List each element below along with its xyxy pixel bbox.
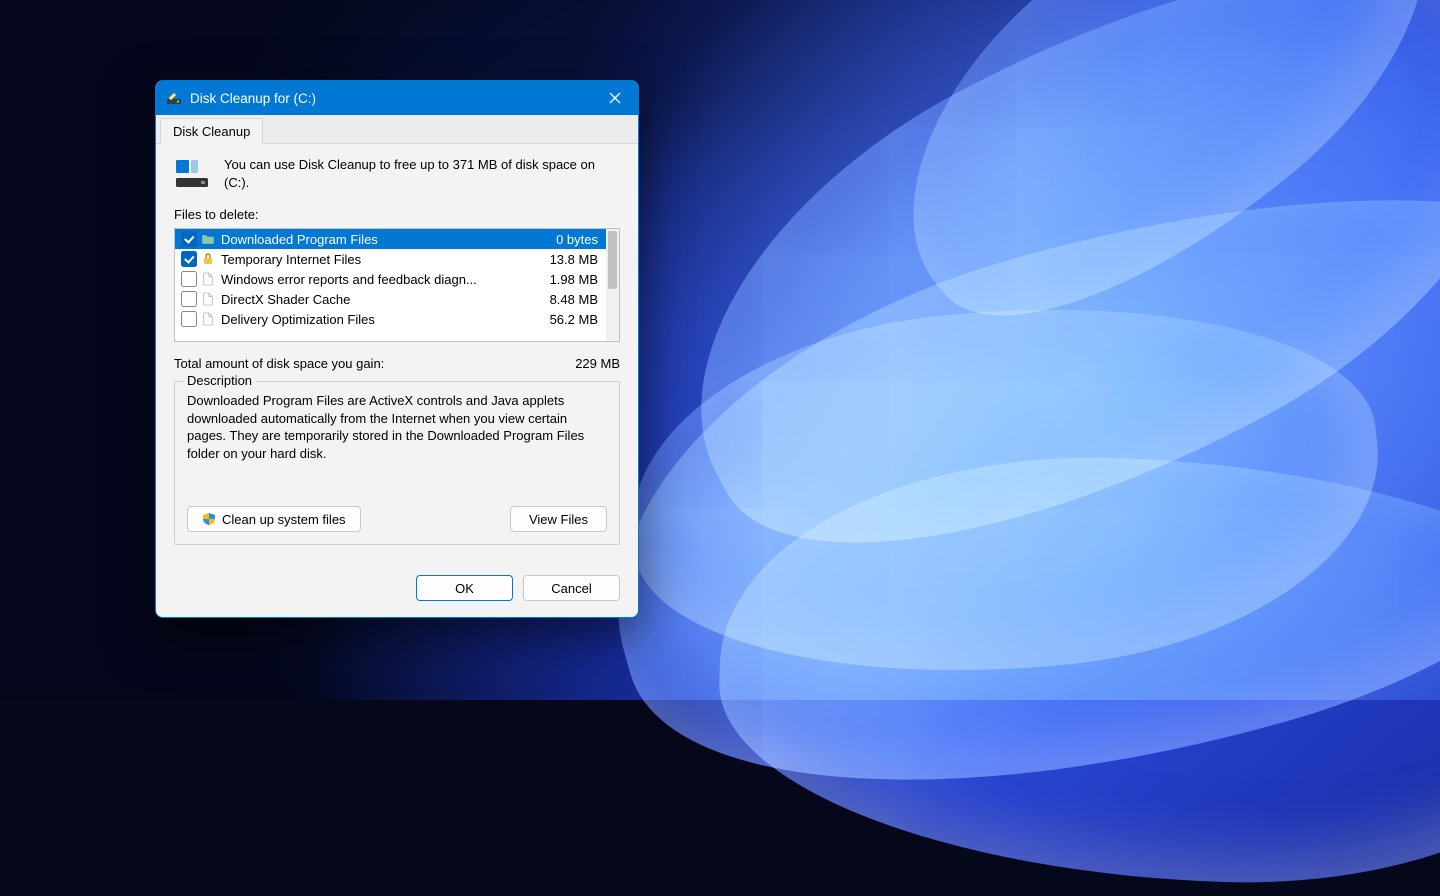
list-item-checkbox[interactable]: [181, 251, 197, 267]
list-item[interactable]: Delivery Optimization Files 56.2 MB: [175, 309, 606, 329]
file-icon: [201, 271, 215, 287]
view-files-button[interactable]: View Files: [510, 506, 607, 532]
files-to-delete-label: Files to delete:: [174, 207, 620, 222]
list-item-name: Delivery Optimization Files: [219, 312, 538, 327]
scrollbar-thumb[interactable]: [608, 231, 617, 289]
ok-label: OK: [455, 581, 474, 596]
cancel-label: Cancel: [551, 581, 591, 596]
clean-system-files-label: Clean up system files: [222, 512, 346, 527]
window-title: Disk Cleanup for (C:): [190, 91, 592, 106]
total-gain-label: Total amount of disk space you gain:: [174, 356, 575, 371]
ok-button[interactable]: OK: [416, 575, 513, 601]
folder-icon: [201, 231, 215, 247]
list-item[interactable]: DirectX Shader Cache 8.48 MB: [175, 289, 606, 309]
disk-cleanup-app-icon: [166, 90, 182, 106]
list-item-size: 0 bytes: [548, 232, 598, 247]
files-listbox[interactable]: Downloaded Program Files 0 bytes Temporary…: [174, 228, 620, 342]
list-item-checkbox[interactable]: [181, 311, 197, 327]
description-legend: Description: [183, 373, 256, 388]
intro: You can use Disk Cleanup to free up to 3…: [174, 156, 620, 193]
drive-icon: [174, 156, 210, 193]
lock-icon: [201, 251, 215, 267]
list-item-size: 1.98 MB: [542, 272, 598, 287]
list-item-checkbox[interactable]: [181, 291, 197, 307]
list-item-name: DirectX Shader Cache: [219, 292, 538, 307]
intro-text: You can use Disk Cleanup to free up to 3…: [224, 156, 620, 193]
list-item-name: Temporary Internet Files: [219, 252, 538, 267]
list-item-size: 56.2 MB: [542, 312, 598, 327]
titlebar[interactable]: Disk Cleanup for (C:): [156, 81, 638, 115]
view-files-label: View Files: [529, 512, 588, 527]
file-icon: [201, 311, 215, 327]
listbox-scrollbar[interactable]: [606, 229, 619, 341]
disk-cleanup-window: Disk Cleanup for (C:) Disk Cleanup You c…: [155, 80, 639, 618]
list-item-size: 8.48 MB: [542, 292, 598, 307]
list-item-checkbox[interactable]: [181, 231, 197, 247]
description-text: Downloaded Program Files are ActiveX con…: [187, 392, 607, 492]
list-item-checkbox[interactable]: [181, 271, 197, 287]
list-item-name: Windows error reports and feedback diagn…: [219, 272, 538, 287]
clean-system-files-button[interactable]: Clean up system files: [187, 506, 361, 532]
close-button[interactable]: [592, 81, 638, 115]
description-group: Description Downloaded Program Files are…: [174, 381, 620, 545]
list-item[interactable]: Windows error reports and feedback diagn…: [175, 269, 606, 289]
list-item-size: 13.8 MB: [542, 252, 598, 267]
list-item[interactable]: Downloaded Program Files 0 bytes: [175, 229, 606, 249]
shield-icon: [202, 512, 216, 526]
list-item[interactable]: Temporary Internet Files 13.8 MB: [175, 249, 606, 269]
tabstrip: Disk Cleanup: [156, 115, 638, 144]
cancel-button[interactable]: Cancel: [523, 575, 620, 601]
total-gain-value: 229 MB: [575, 356, 620, 371]
tab-disk-cleanup[interactable]: Disk Cleanup: [160, 118, 263, 144]
list-item-name: Downloaded Program Files: [219, 232, 544, 247]
file-icon: [201, 291, 215, 307]
